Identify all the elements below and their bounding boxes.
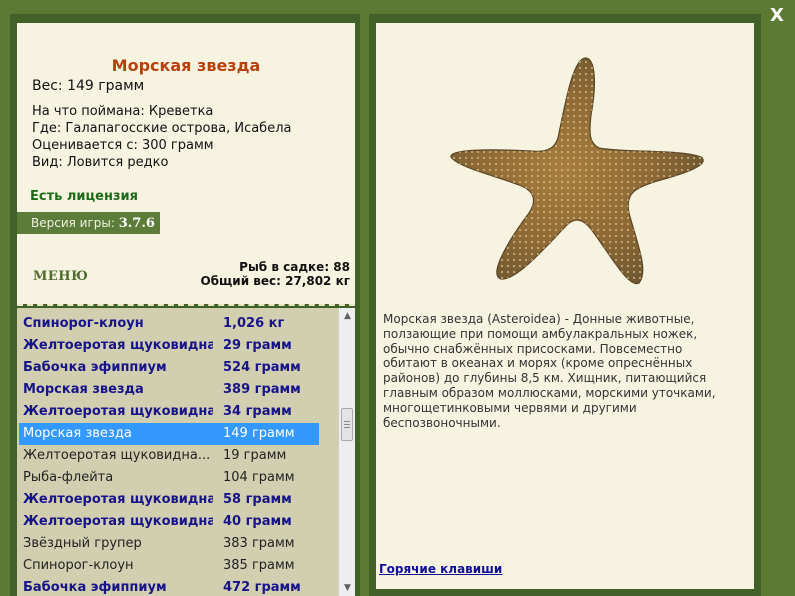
fish-info-card: Морская звезда Вес: 149 грамм На что пой…: [17, 23, 355, 304]
list-item[interactable]: Желтоеротая щуковидна... 40 грамм: [19, 511, 319, 533]
list-item-name: Желтоеротая щуковидна...: [23, 514, 213, 529]
cage-total-weight: Общий вес: 27,802 кг: [200, 274, 350, 288]
list-item-weight: 149 грамм: [223, 426, 295, 441]
list-item[interactable]: Спинорог-клоун 385 грамм: [19, 555, 319, 577]
location-text: Где: Галапагосские острова, Исабела: [32, 121, 292, 136]
list-item[interactable]: Желтоеротая щуковидная 34 грамм: [19, 401, 319, 423]
valued-from-text: Оценивается с: 300 грамм: [32, 138, 214, 153]
caught-on-text: На что поймана: Креветка: [32, 104, 214, 119]
list-item-name: Желтоеротая щуковидная: [23, 404, 213, 419]
description-panel: Морская звезда (Asteroidea) - Донные жив…: [369, 14, 761, 596]
list-item-name: Спинорог-клоун: [23, 316, 144, 331]
scroll-down-icon[interactable]: ▼: [339, 580, 355, 596]
rarity-text: Вид: Ловится редко: [32, 155, 169, 170]
version-label: Версия игры:: [31, 216, 115, 230]
fish-description: Морская звезда (Asteroidea) - Донные жив…: [383, 312, 716, 430]
starfish-image: [450, 57, 704, 285]
list-item-weight: 383 грамм: [223, 536, 295, 551]
list-item[interactable]: Спинорог-клоун 1,026 кг: [19, 313, 319, 335]
list-item[interactable]: Желтоеротая щуковидная 29 грамм: [19, 335, 319, 357]
fish-weight: Вес: 149 грамм: [32, 78, 145, 94]
list-item-name: Морская звезда: [23, 426, 132, 441]
list-item-weight: 385 грамм: [223, 558, 295, 573]
list-item-weight: 34 грамм: [223, 404, 292, 419]
license-status: Есть лицензия: [30, 189, 138, 204]
list-item[interactable]: Рыба-флейта 104 грамм: [19, 467, 319, 489]
list-item-weight: 40 грамм: [223, 514, 292, 529]
list-item-weight: 472 грамм: [223, 580, 301, 595]
version-number: 3.7.6: [118, 216, 155, 231]
list-item[interactable]: Бабочка эфиппиум 524 грамм: [19, 357, 319, 379]
close-icon[interactable]: X: [770, 5, 784, 26]
list-item-name: Желтоеротая щуковидна...: [23, 492, 213, 507]
cage-count: Рыб в садке: 88: [239, 260, 350, 274]
game-version-badge: Версия игры: 3.7.6: [17, 212, 160, 234]
list-item-name: Рыба-флейта: [23, 470, 114, 485]
list-item-weight: 58 грамм: [223, 492, 292, 507]
fish-info-panel: Морская звезда Вес: 149 грамм На что пой…: [10, 14, 360, 596]
scrollbar-thumb[interactable]: [341, 408, 353, 441]
catch-list-scrollbar[interactable]: ▲ ▼: [338, 308, 355, 596]
list-item[interactable]: Звёздный групер 383 грамм: [19, 533, 319, 555]
list-item-name: Звёздный групер: [23, 536, 142, 551]
list-item-weight: 524 грамм: [223, 360, 301, 375]
divider: [17, 304, 355, 306]
list-item-name: Желтоеротая щуковидная: [23, 338, 213, 353]
fish-title: Морская звезда: [111, 56, 261, 75]
catch-list[interactable]: Спинорог-клоун 1,026 кг Желтоеротая щукови…: [17, 308, 355, 596]
list-item[interactable]: Бабочка эфиппиум 472 грамм: [19, 577, 319, 596]
description-card: Морская звезда (Asteroidea) - Донные жив…: [376, 23, 754, 589]
list-item-name: Желтоеротая щуковидна...: [23, 448, 211, 463]
list-item-name: Бабочка эфиппиум: [23, 360, 167, 375]
menu-button[interactable]: МЕНЮ: [33, 269, 88, 284]
hotkeys-link[interactable]: Горячие клавиши: [379, 562, 502, 576]
list-item-weight: 19 грамм: [223, 448, 287, 463]
list-item-name: Спинорог-клоун: [23, 558, 134, 573]
list-item[interactable]: Желтоеротая щуковидна... 19 грамм: [19, 445, 319, 467]
list-item-weight: 1,026 кг: [223, 316, 285, 331]
list-item-weight: 104 грамм: [223, 470, 295, 485]
list-item-weight: 389 грамм: [223, 382, 301, 397]
list-item-name: Бабочка эфиппиум: [23, 580, 167, 595]
list-item[interactable]: Желтоеротая щуковидна... 58 грамм: [19, 489, 319, 511]
cage-summary: Рыб в садке: 88 Общий вес: 27,802 кг: [200, 260, 350, 288]
list-item[interactable]: Морская звезда 389 грамм: [19, 379, 319, 401]
list-item-weight: 29 грамм: [223, 338, 292, 353]
fish-properties: На что поймана: Креветка Где: Галапагосс…: [32, 103, 291, 171]
scroll-up-icon[interactable]: ▲: [339, 308, 355, 324]
list-item[interactable]: Морская звезда 149 грамм: [19, 423, 319, 445]
list-item-name: Морская звезда: [23, 382, 144, 397]
